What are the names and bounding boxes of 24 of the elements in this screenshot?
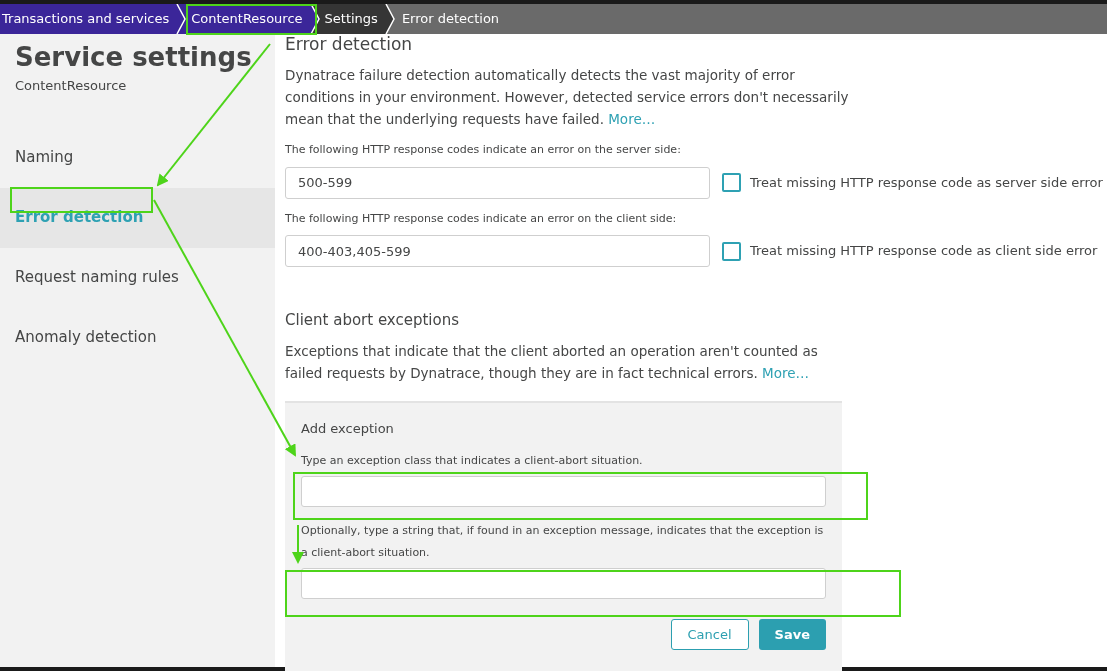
page-title: Service settings (14, 41, 253, 74)
breadcrumb-link[interactable]: Error detection (395, 4, 1107, 34)
service-name: ContentResource (14, 77, 128, 95)
section-heading: Client abort exceptions (285, 310, 461, 331)
sidebar-item[interactable]: Anomaly detection (0, 307, 275, 368)
field-label: The following HTTP response codes indicate an error on the client side: (285, 210, 678, 227)
sidebar-item[interactable]: Request naming rules (0, 247, 275, 308)
checkbox[interactable] (722, 173, 741, 192)
description-text: Dynatrace failure detection automatically detects the vast majority of error conditions in your environment. However, detected service errors don't necessarily mean that the underlying requests have failed. More… (285, 66, 850, 129)
breadcrumb-link[interactable]: Transactions and services (0, 4, 174, 34)
description-text: Exceptions that indicate that the client aborted an operation aren't counted as failed requests by Dynatrace, though they are in fact technical errors. More… (285, 341, 819, 383)
response-code-field[interactable]: 400-403,405-599 (285, 235, 710, 267)
text-field[interactable] (301, 568, 826, 599)
response-code-field[interactable]: 500-599 (285, 166, 710, 199)
field-label: Type an exception class that indicates a client-abort situation. (301, 453, 644, 469)
sidebar-item[interactable]: Naming (0, 127, 275, 188)
breadcrumb-separator (173, 4, 188, 34)
checkbox[interactable] (722, 241, 741, 261)
text-field[interactable] (301, 476, 826, 507)
section-heading: Error detection (285, 34, 414, 54)
field-label: The following HTTP response codes indicate an error on the server side: (285, 142, 682, 158)
checkbox-label: Treat missing HTTP response code as server side error (750, 173, 1103, 192)
checkbox-label: Treat missing HTTP response code as client side error (750, 242, 1098, 261)
panel-heading: Add exception (301, 419, 395, 438)
